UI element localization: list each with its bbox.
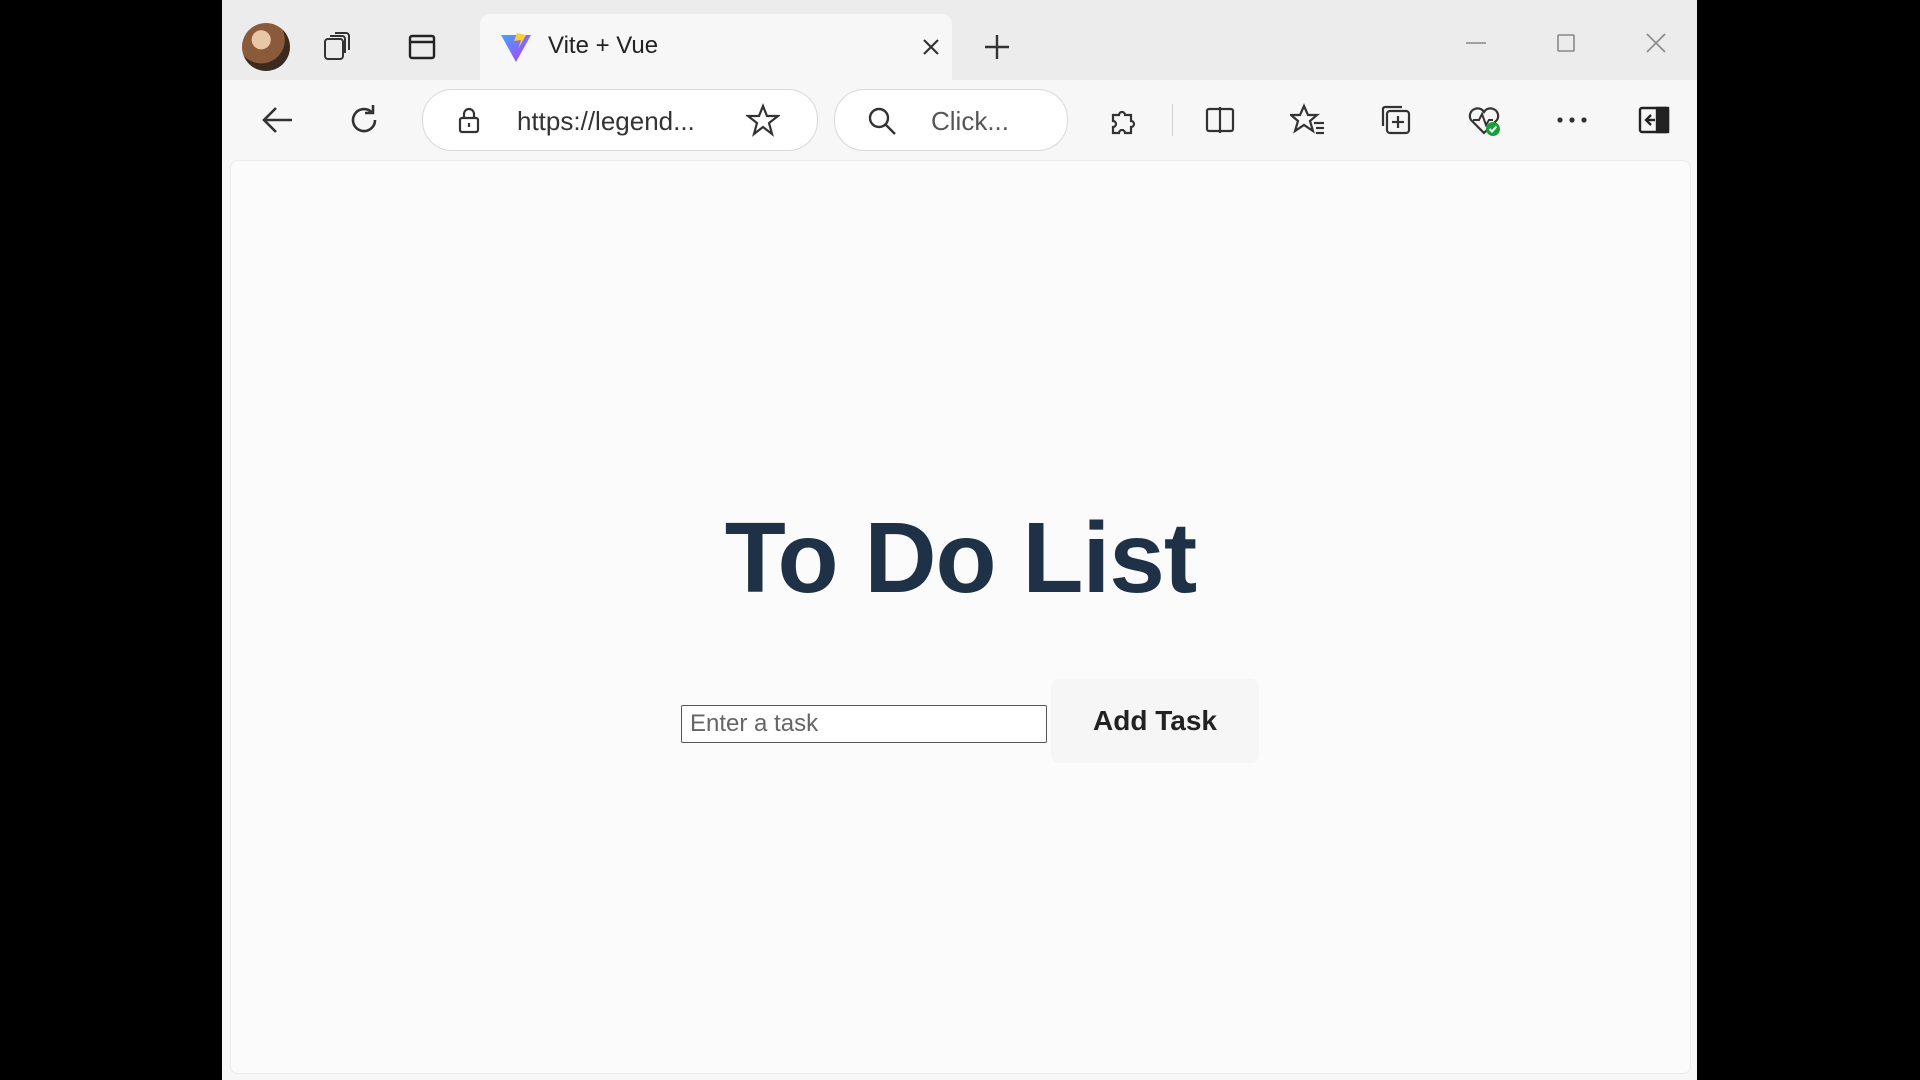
maximize-icon[interactable]: [1548, 28, 1584, 58]
browser-toolbar: https://legend... Click...: [222, 80, 1697, 160]
collections-icon[interactable]: [1376, 100, 1416, 140]
close-tab-icon[interactable]: [916, 32, 946, 62]
add-task-button[interactable]: Add Task: [1051, 679, 1259, 763]
tab-active[interactable]: Vite + Vue: [480, 14, 952, 80]
extensions-icon[interactable]: [1104, 100, 1144, 140]
new-tab-icon[interactable]: [978, 28, 1016, 66]
more-options-icon[interactable]: [1552, 100, 1592, 140]
favorites-icon[interactable]: [1288, 100, 1328, 140]
url-text[interactable]: https://legend...: [517, 106, 695, 137]
tab-strip: Vite + Vue: [222, 0, 1697, 80]
back-icon[interactable]: [256, 98, 300, 142]
tab-title: Vite + Vue: [548, 32, 659, 59]
split-screen-icon[interactable]: [1200, 100, 1240, 140]
profile-avatar[interactable]: [242, 23, 290, 71]
browser-essentials-icon[interactable]: [1464, 100, 1504, 140]
task-input[interactable]: [681, 705, 1047, 743]
toolbar-divider: [1172, 104, 1173, 136]
browser-window: Vite + Vue https://legend... Click... To…: [222, 0, 1697, 1080]
page-title: To Do List: [724, 502, 1197, 614]
search-icon: [865, 104, 899, 138]
close-window-icon[interactable]: [1638, 26, 1674, 60]
lock-icon[interactable]: [453, 104, 485, 136]
favorite-star-icon[interactable]: [745, 102, 781, 138]
page-viewport: To Do List Add Task: [230, 160, 1691, 1074]
address-bar[interactable]: https://legend...: [422, 89, 818, 151]
refresh-icon[interactable]: [342, 98, 386, 142]
vite-logo-icon: [498, 30, 534, 66]
workspaces-icon[interactable]: [318, 26, 358, 66]
vertical-tabs-icon[interactable]: [402, 27, 442, 67]
sidebar-toggle-icon[interactable]: [1634, 100, 1674, 140]
search-placeholder: Click...: [931, 106, 1009, 136]
search-box[interactable]: Click...: [834, 89, 1068, 151]
minimize-icon[interactable]: [1458, 28, 1494, 58]
